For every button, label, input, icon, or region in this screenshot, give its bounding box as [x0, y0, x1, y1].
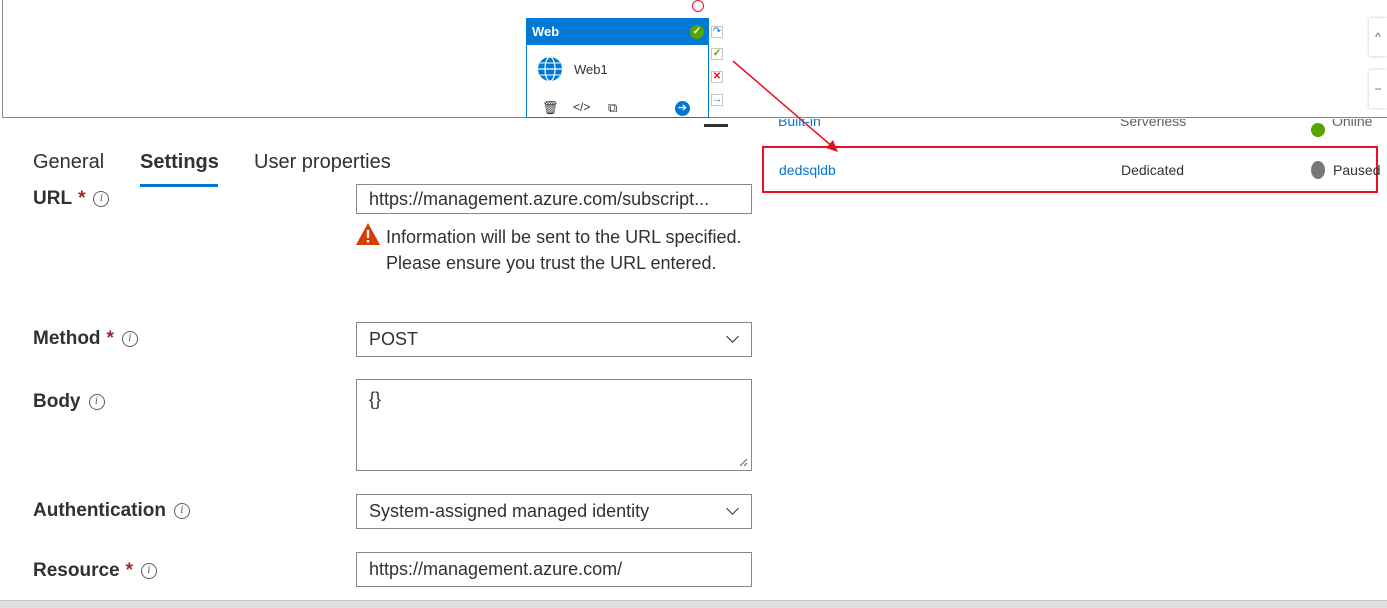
required-marker: *: [106, 328, 114, 349]
tab-general[interactable]: General: [33, 151, 104, 174]
active-tab-indicator: [140, 184, 218, 187]
method-dropdown[interactable]: POST: [356, 322, 752, 357]
failure-path-icon[interactable]: ✕: [711, 71, 723, 83]
info-icon[interactable]: i: [93, 191, 110, 207]
required-marker: *: [78, 188, 86, 209]
pool-name[interactable]: Built-in: [778, 119, 821, 129]
authentication-label: Authentication i: [33, 500, 190, 522]
resource-label: Resource * i: [33, 560, 158, 582]
warning-icon: [356, 223, 380, 245]
online-status-icon: [1311, 123, 1325, 137]
tab-user-properties[interactable]: User properties: [254, 151, 391, 174]
info-icon[interactable]: i: [88, 394, 105, 410]
paused-status-icon: [1311, 161, 1325, 179]
copy-icon[interactable]: ⧉: [608, 100, 617, 116]
activity-header: Web ✓: [527, 19, 708, 45]
success-check-icon: ✓: [690, 25, 704, 39]
authentication-dropdown[interactable]: System-assigned managed identity: [356, 494, 752, 529]
pool-type: Dedicated: [1121, 162, 1185, 178]
zoom-out-button[interactable]: −: [1369, 70, 1387, 108]
resize-grip-icon[interactable]: [738, 457, 748, 467]
info-icon[interactable]: i: [174, 503, 190, 519]
pool-row-partial: Built-in Serverless Online: [760, 119, 1387, 137]
splitter-handle[interactable]: [704, 124, 728, 127]
url-input[interactable]: https://management.azure.com/subscript..…: [356, 184, 752, 214]
pool-type: Serverless: [1120, 119, 1187, 129]
rerun-icon[interactable]: ↷: [711, 26, 723, 38]
pool-row-highlighted[interactable]: dedsqldb Dedicated Paused: [762, 146, 1381, 193]
method-label: Method * i: [33, 328, 138, 350]
success-path-icon[interactable]: ✓: [711, 48, 723, 60]
activity-type-label: Web: [532, 24, 560, 39]
required-marker: *: [125, 560, 134, 581]
zoom-up-button[interactable]: ^: [1369, 18, 1387, 56]
globe-icon: [538, 56, 562, 82]
code-icon[interactable]: </>: [573, 100, 590, 114]
annotation-arrow: [732, 60, 838, 152]
body-label: Body i: [33, 391, 105, 413]
url-label: URL * i: [33, 188, 110, 210]
url-warning-text: Information will be sent to the URL spec…: [386, 227, 742, 273]
pool-name-link[interactable]: dedsqldb: [779, 162, 836, 178]
tab-settings[interactable]: Settings: [140, 151, 219, 174]
go-arrow-icon[interactable]: ➔: [675, 101, 690, 116]
chevron-down-icon: [726, 502, 739, 515]
annotation-circle: [692, 0, 704, 12]
web-activity-card[interactable]: Web ✓ Web1 🗑 </> ⧉ ➔: [526, 18, 709, 118]
info-icon[interactable]: i: [121, 331, 138, 347]
pool-status: Online: [1332, 119, 1373, 129]
body-textarea[interactable]: {}: [356, 379, 752, 471]
activity-name: Web1: [574, 62, 608, 77]
completion-path-icon[interactable]: →: [711, 94, 723, 106]
pool-status: Paused: [1333, 162, 1381, 178]
info-icon[interactable]: i: [141, 563, 158, 579]
delete-icon[interactable]: 🗑: [542, 100, 559, 116]
chevron-down-icon: [726, 330, 739, 343]
resource-input[interactable]: https://management.azure.com/: [356, 552, 752, 587]
